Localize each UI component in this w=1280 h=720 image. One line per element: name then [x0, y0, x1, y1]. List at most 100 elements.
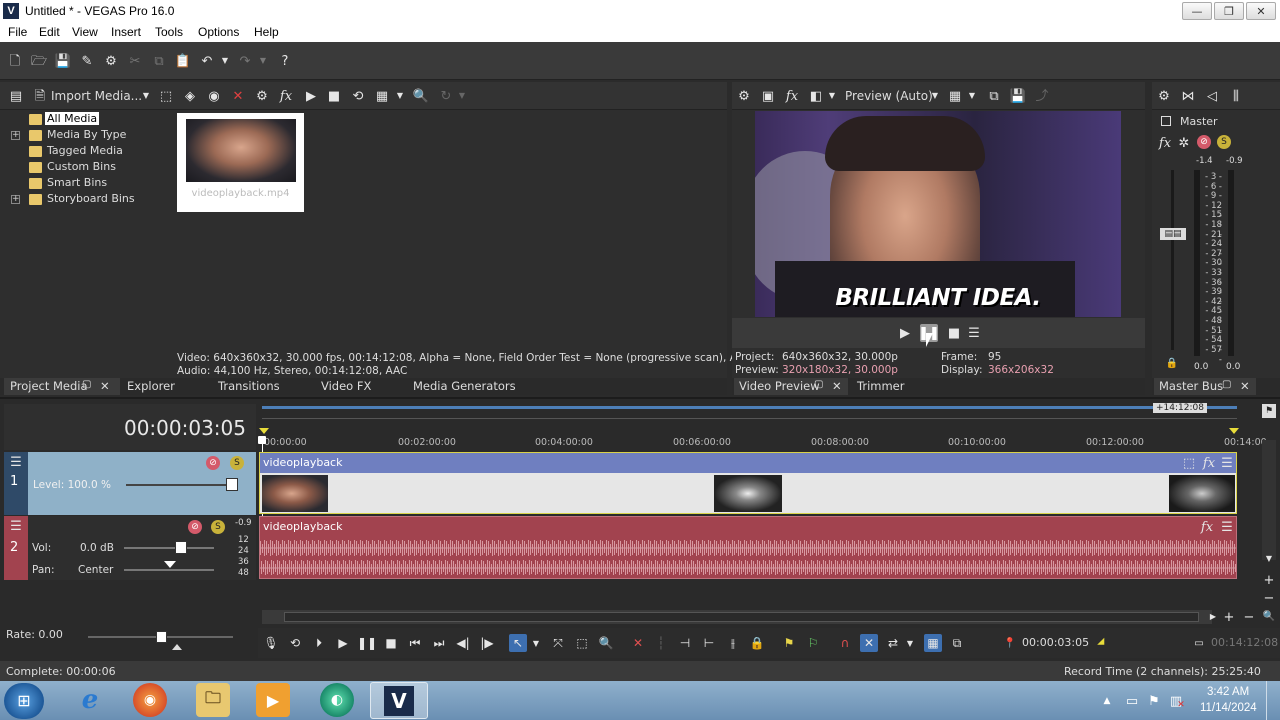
menu-file[interactable]: File	[8, 25, 27, 39]
menu-options[interactable]: Options	[198, 25, 239, 39]
trim-end-icon[interactable]: ⊢	[700, 634, 718, 652]
ignore-grouping-icon[interactable]: ⧉	[948, 634, 966, 652]
audio-mute-icon[interactable]: ⊘	[188, 520, 202, 534]
tab-video-fx[interactable]: Video FX	[321, 379, 371, 393]
downmix-icon[interactable]: ⋈	[1180, 88, 1196, 104]
show-hidden-icons[interactable]: ▲	[1101, 695, 1113, 707]
play-from-start-icon[interactable]: ⏵	[310, 634, 328, 652]
get-media-web-icon[interactable]: ◉	[206, 88, 222, 104]
tab-undock-icon[interactable]: ▢	[814, 379, 823, 390]
lock-envelopes-icon[interactable]: ▦	[924, 634, 942, 652]
video-solo-icon[interactable]: S	[230, 456, 244, 470]
pause-icon[interactable]: ❚❚	[357, 634, 377, 652]
split-icon[interactable]: ⫲	[724, 634, 742, 652]
firefox-icon[interactable]: ◉	[133, 683, 167, 717]
menu-insert[interactable]: Insert	[111, 25, 141, 39]
expand-icon[interactable]: +	[11, 131, 20, 140]
tree-item-media-by-type[interactable]: Media By Type	[47, 128, 126, 141]
zoom-edit-tool-icon[interactable]: 🔍	[597, 634, 615, 652]
tree-item-all-media[interactable]: All Media	[45, 112, 100, 125]
tray-device-icon[interactable]: ▭	[1124, 693, 1140, 709]
preview-misc-icon[interactable]: ⤴	[1034, 88, 1050, 104]
media-fx-icon[interactable]: fx	[278, 88, 294, 104]
undo-dropdown-icon[interactable]: ▼	[219, 53, 231, 69]
vertical-scrollbar[interactable]	[1262, 440, 1276, 560]
external-monitor-icon[interactable]: ▣	[760, 88, 776, 104]
record-icon[interactable]: 🎙	[262, 634, 280, 652]
rate-slider-handle[interactable]	[156, 631, 167, 643]
audio-solo-icon[interactable]: S	[211, 520, 225, 534]
media-view-options-icon[interactable]: ▦	[374, 88, 390, 104]
track-menu-icon[interactable]: ☰	[8, 456, 24, 469]
new-project-icon[interactable]: 🗋	[7, 53, 23, 69]
marker-bar[interactable]	[262, 418, 1237, 419]
zoom-in-vertical-icon[interactable]: +	[1262, 574, 1276, 587]
loop-region-bar[interactable]	[262, 406, 1237, 409]
level-slider-handle[interactable]	[226, 478, 238, 491]
zoom-out-horizontal-icon[interactable]: −	[1243, 611, 1255, 624]
expand-icon[interactable]: +	[11, 195, 20, 204]
redo-dropdown-icon[interactable]: ▼	[257, 53, 269, 69]
save-icon[interactable]: 💾	[55, 53, 71, 69]
mixer-properties-icon[interactable]: ⚙	[1156, 88, 1172, 104]
split-screen-icon[interactable]: ◧	[808, 88, 824, 104]
show-desktop-button[interactable]	[1266, 681, 1280, 720]
media-player-icon[interactable]: ▶	[256, 683, 290, 717]
pan-slider-handle[interactable]	[164, 561, 176, 568]
preview-menu-icon[interactable]: ☰	[966, 325, 982, 341]
maximize-button[interactable]: ❐	[1214, 2, 1244, 20]
minimize-button[interactable]: —	[1182, 2, 1212, 20]
insert-region-icon[interactable]: ⚐	[804, 634, 822, 652]
menu-help[interactable]: Help	[254, 25, 279, 39]
tab-close-icon[interactable]: ✕	[1240, 379, 1250, 393]
trim-start-icon[interactable]: ⊣	[676, 634, 694, 652]
media-properties-icon[interactable]: ⚙	[254, 88, 270, 104]
go-to-start-icon[interactable]: ⏮	[406, 634, 424, 652]
import-media-icon[interactable]: 🗎	[32, 88, 48, 104]
remove-media-icon[interactable]: ✕	[230, 88, 246, 104]
lock-icon[interactable]: 🔒	[1166, 358, 1178, 370]
video-event[interactable]: videoplayback ⬚ fx ☰	[259, 452, 1237, 514]
preview-play-icon[interactable]: ▶	[897, 325, 913, 341]
overlays-dropdown-icon[interactable]: ▼	[966, 88, 978, 104]
master-fx-icon[interactable]: fx	[1158, 137, 1172, 150]
save-as-icon[interactable]: ✎	[79, 53, 95, 69]
delete-icon[interactable]: ✕	[629, 634, 647, 652]
media-thumbnail-card[interactable]: videoplayback.mp4	[177, 113, 304, 212]
ripple-edit-icon[interactable]: ⇄	[884, 634, 902, 652]
video-mute-icon[interactable]: ⊘	[206, 456, 220, 470]
zoom-tool-icon[interactable]: 🔍	[1262, 612, 1276, 622]
normal-edit-tool-icon[interactable]: ↖	[509, 634, 527, 652]
event-menu-icon[interactable]: ☰	[1219, 455, 1235, 471]
paste-icon[interactable]: 📋	[175, 53, 191, 69]
loop-end-triangle[interactable]	[1229, 428, 1239, 434]
clock-date[interactable]: 11/14/2024	[1200, 702, 1257, 714]
tree-item-smart-bins[interactable]: Smart Bins	[47, 176, 107, 189]
audio-event[interactable]: videoplayback fx ☰	[259, 516, 1237, 579]
whats-this-help-icon[interactable]: ?	[277, 53, 293, 69]
pan-slider-track[interactable]	[124, 569, 214, 571]
track-menu-icon[interactable]: ☰	[8, 520, 24, 533]
tab-media-generators[interactable]: Media Generators	[413, 379, 516, 393]
trim-icon[interactable]: ┆	[652, 634, 670, 652]
preview-fx-icon[interactable]: fx	[784, 88, 800, 104]
lock-event-icon[interactable]: 🔒	[748, 634, 766, 652]
scroll-down-icon[interactable]: ▼	[1262, 554, 1276, 564]
close-window-button[interactable]: ✕	[1246, 2, 1276, 20]
tab-video-preview[interactable]: Video Preview	[739, 379, 820, 393]
menu-view[interactable]: View	[72, 25, 98, 39]
media-views-icon[interactable]: ▤	[8, 88, 24, 104]
menu-edit[interactable]: Edit	[39, 25, 60, 39]
stop-icon[interactable]: ■	[382, 634, 400, 652]
start-button[interactable]: ⊞	[4, 683, 44, 719]
vol-slider-track[interactable]	[124, 547, 214, 549]
preview-properties-icon[interactable]: ⚙	[736, 88, 752, 104]
previous-frame-icon[interactable]: ◀|	[454, 634, 472, 652]
tab-trimmer[interactable]: Trimmer	[857, 379, 904, 393]
ripple-dropdown-icon[interactable]: ▼	[904, 634, 916, 652]
copy-icon[interactable]: ⧉	[151, 53, 167, 69]
master-solo-icon[interactable]: S	[1217, 135, 1231, 149]
audio-track-header[interactable]: ☰ 2 ⊘ S Vol: 0.0 dB Pan: Center -0.9 12 …	[4, 516, 256, 580]
properties-gear-icon[interactable]: ⚙	[103, 53, 119, 69]
cut-icon[interactable]: ✂	[127, 53, 143, 69]
